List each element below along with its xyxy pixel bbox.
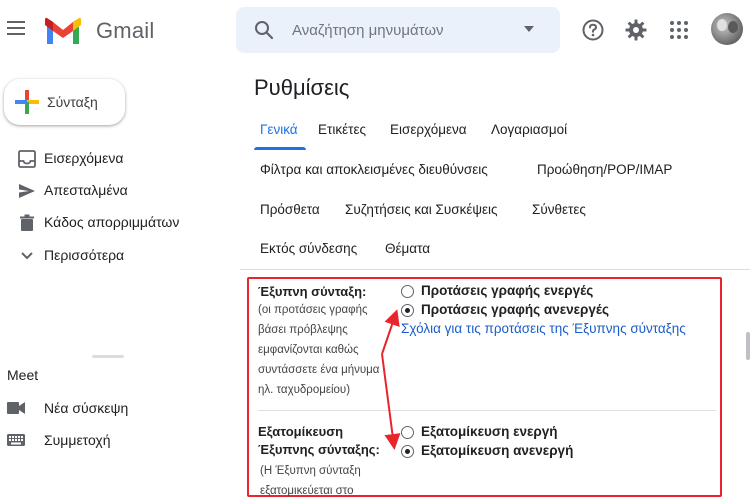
apps-grid-icon[interactable] <box>667 18 691 42</box>
radio-button-selected[interactable] <box>401 445 414 458</box>
tab-accounts[interactable]: Λογαριασμοί <box>491 122 567 137</box>
personalization-label: Εξατομίκευση Έξυπνης σύνταξης: <box>258 424 380 457</box>
avatar[interactable] <box>711 13 743 45</box>
meet-item-label: Συμμετοχή <box>44 432 111 448</box>
tab-general[interactable]: Γενικά <box>260 122 298 137</box>
tab-inbox[interactable]: Εισερχόμενα <box>390 122 467 137</box>
search-options-chevron-down-icon[interactable] <box>524 26 534 32</box>
video-icon <box>7 402 25 414</box>
radio-button[interactable] <box>401 426 414 439</box>
meet-item-label: Νέα σύσκεψη <box>44 400 129 416</box>
keyboard-icon <box>7 434 25 446</box>
tab-addons[interactable]: Πρόσθετα <box>260 202 320 217</box>
chevron-down-icon <box>21 252 33 260</box>
inbox-icon <box>18 150 36 168</box>
meet-section-title: Meet <box>7 367 39 383</box>
tab-themes[interactable]: Θέματα <box>385 241 430 256</box>
compose-label: Σύνταξη <box>47 94 98 110</box>
smart-compose-description: (οι προτάσεις γραφής βάσει πρόβλεψης εμφ… <box>258 304 380 396</box>
search-bar <box>236 7 560 53</box>
smart-compose-label: Έξυπνη σύνταξη: <box>258 284 367 299</box>
option-label[interactable]: Προτάσεις γραφής ανενεργές <box>421 302 609 317</box>
plus-icon <box>15 90 39 114</box>
tab-advanced[interactable]: Σύνθετες <box>532 202 586 217</box>
search-input[interactable] <box>292 7 512 53</box>
meet-join[interactable]: Συμμετοχή <box>0 427 230 453</box>
page-title: Ρυθμίσεις <box>254 75 350 100</box>
radio-button-selected[interactable] <box>401 304 414 317</box>
radio-button[interactable] <box>401 285 414 298</box>
scrollbar[interactable] <box>746 332 750 360</box>
sidebar-item-label: Κάδος απορριμμάτων <box>44 214 180 230</box>
trash-icon <box>20 214 34 231</box>
active-tab-indicator <box>254 147 306 150</box>
sidebar-item-more[interactable]: Περισσότερα <box>0 241 230 269</box>
smart-compose-feedback-link[interactable]: Σχόλια για τις προτάσεις της Έξυπνης σύν… <box>401 321 686 336</box>
brand-name: Gmail <box>96 18 155 43</box>
section-divider <box>258 410 716 411</box>
help-icon[interactable] <box>581 18 605 42</box>
send-icon <box>19 184 35 198</box>
gmail-logo[interactable] <box>45 17 81 44</box>
tab-filters[interactable]: Φίλτρα και αποκλεισμένες διευθύνσεις <box>260 162 488 177</box>
option-label[interactable]: Εξατομίκευση ανενεργή <box>421 443 573 458</box>
sidebar-item-label: Εισερχόμενα <box>44 150 124 166</box>
tab-offline[interactable]: Εκτός σύνδεσης <box>260 241 357 256</box>
menu-icon[interactable] <box>7 21 25 35</box>
meet-new-meeting[interactable]: Νέα σύσκεψη <box>0 395 230 421</box>
compose-button[interactable]: Σύνταξη <box>4 79 125 125</box>
tab-labels[interactable]: Ετικέτες <box>318 122 366 137</box>
top-bar: Gmail <box>0 0 750 62</box>
sidebar-item-inbox[interactable]: Εισερχόμενα <box>0 144 230 172</box>
tabs-divider <box>240 269 750 270</box>
sidebar-item-label: Απεσταλμένα <box>44 182 128 198</box>
sidebar-item-label: Περισσότερα <box>44 247 125 263</box>
option-label[interactable]: Εξατομίκευση ενεργή <box>421 424 558 439</box>
search-icon[interactable] <box>254 20 274 40</box>
tab-forwarding[interactable]: Προώθηση/POP/IMAP <box>537 162 672 177</box>
personalization-description: (Η Έξυπνη σύνταξη εξατομικεύεται στο <box>260 465 361 497</box>
gear-icon[interactable] <box>624 18 648 42</box>
tab-chat-meet[interactable]: Συζητήσεις και Συσκέψεις <box>345 202 498 217</box>
sidebar-item-sent[interactable]: Απεσταλμένα <box>0 176 230 204</box>
sidebar-item-trash[interactable]: Κάδος απορριμμάτων <box>0 208 230 236</box>
sidebar-resize-handle[interactable] <box>92 355 124 358</box>
option-label[interactable]: Προτάσεις γραφής ενεργές <box>421 283 593 298</box>
